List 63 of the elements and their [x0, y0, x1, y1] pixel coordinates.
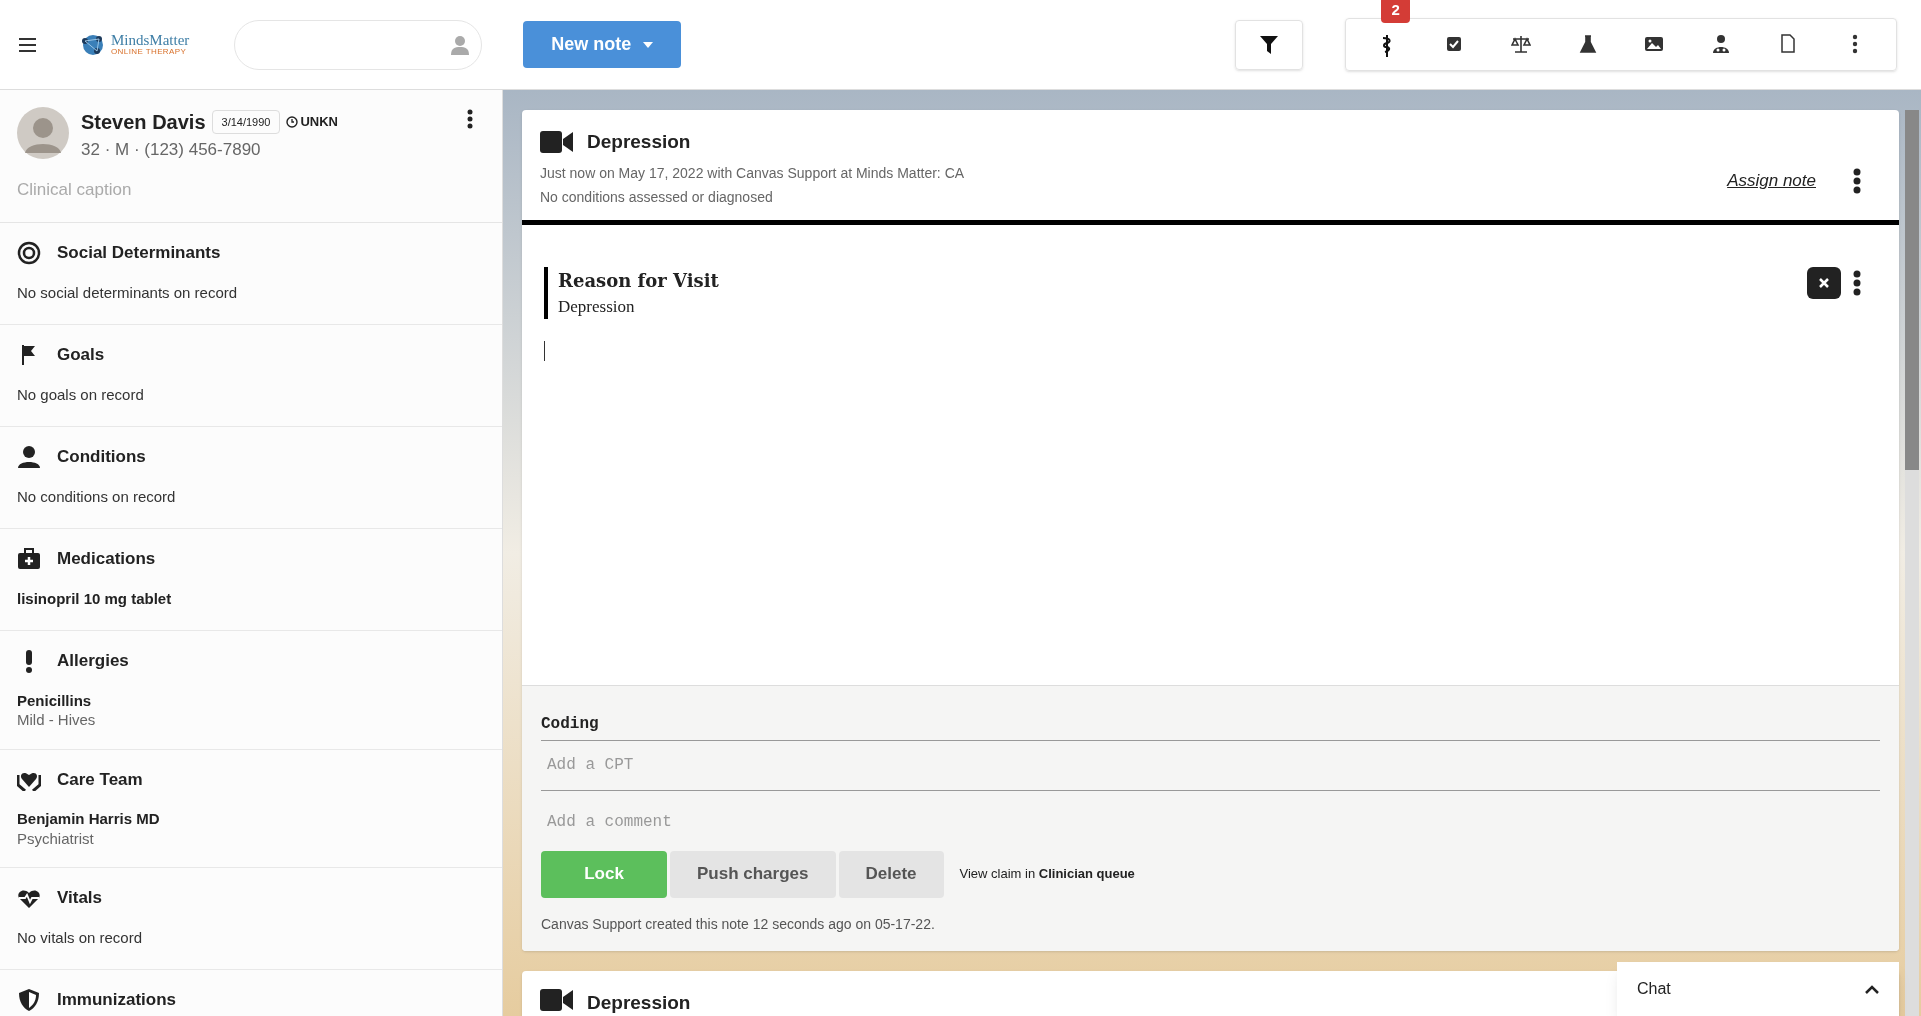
video-camera-icon [540, 131, 573, 154]
command-value: Depression [558, 295, 636, 318]
exclamation-icon [25, 648, 33, 673]
record-entry[interactable]: Penicillins [17, 689, 485, 712]
record-entry[interactable]: lisinopril 10 mg tablet [17, 587, 485, 610]
logo-tagline: ONLINE THERAPY [111, 48, 188, 56]
chat-bar[interactable]: Chat [1617, 962, 1899, 1016]
section-title[interactable]: Care Team [57, 766, 143, 792]
notification-badge: 2 [1381, 0, 1410, 23]
section-title[interactable]: Immunizations [57, 987, 176, 1013]
avatar [17, 107, 69, 159]
filter-button[interactable] [1235, 19, 1303, 70]
cpt-field[interactable]: Add a CPT [541, 740, 1880, 791]
section-title[interactable]: Goals [57, 342, 105, 368]
empty-state-text: No social determinants on record [17, 282, 239, 303]
section-title[interactable]: Conditions [57, 444, 146, 470]
more-icon[interactable] [467, 109, 473, 129]
assign-note-link[interactable]: Assign note [1727, 168, 1816, 194]
chevron-up-icon [1865, 984, 1879, 994]
timezone: UNKN [300, 113, 338, 132]
record-detail: Psychiatrist [17, 830, 95, 847]
caret-icon [643, 41, 654, 48]
claim-link[interactable]: View claim in Clinician queue [959, 864, 1135, 884]
video-camera-icon [540, 988, 573, 1011]
note-created-text: Canvas Support created this note 12 seconds ago on 05-17-22. [541, 914, 936, 934]
note-title: Depression [587, 990, 691, 1015]
record-detail: Mild - Hives [17, 712, 97, 729]
command-title: Reason for Visit [558, 268, 720, 293]
scrollbar[interactable] [1905, 110, 1919, 1016]
patient-name: Steven Davis [81, 110, 206, 135]
menu-icon[interactable] [19, 37, 36, 52]
more-icon[interactable] [1853, 168, 1861, 194]
section-title[interactable]: Medications [57, 546, 156, 572]
record-entry[interactable]: Benjamin Harris MD [17, 808, 485, 831]
birth-date: 3/14/1990 [211, 109, 281, 135]
note-conditions: No conditions assessed or diagnosed [540, 187, 774, 207]
logo-name: MindsMatter [111, 33, 190, 48]
section-title[interactable]: Vitals [57, 885, 103, 911]
caption-field[interactable]: Clinical caption [17, 176, 485, 202]
close-button[interactable] [1807, 266, 1841, 299]
person-icon [17, 444, 41, 469]
empty-state-text: No vitals on record [17, 927, 144, 948]
comment-field[interactable]: Add a comment [541, 796, 1880, 847]
medical-kit-icon [17, 546, 41, 571]
note-title: Depression [587, 130, 691, 154]
empty-state-text: No conditions on record [17, 486, 177, 507]
patient-details: 32 · M · (123) 456-7890 [81, 139, 262, 161]
section-title[interactable]: Social Determinants [57, 240, 221, 266]
search-field[interactable] [234, 19, 483, 70]
section-title[interactable]: Allergies [57, 648, 129, 674]
clock-icon [286, 116, 299, 128]
coding-label: Coding [541, 711, 1880, 741]
empty-state-text: No goals on record [17, 384, 145, 405]
more-icon[interactable] [1853, 269, 1861, 296]
note-meta: Just now on May 17, 2022 with Canvas Support at Minds Matter: CA [540, 163, 966, 183]
text-cursor [544, 341, 545, 361]
target-icon [17, 240, 41, 265]
close-icon [1819, 277, 1829, 288]
action-button[interactable]: Push charges [670, 850, 836, 898]
filter-icon [1260, 35, 1278, 54]
shield-icon [17, 987, 41, 1012]
person-icon [451, 34, 470, 55]
action-button[interactable]: Delete [838, 850, 944, 898]
